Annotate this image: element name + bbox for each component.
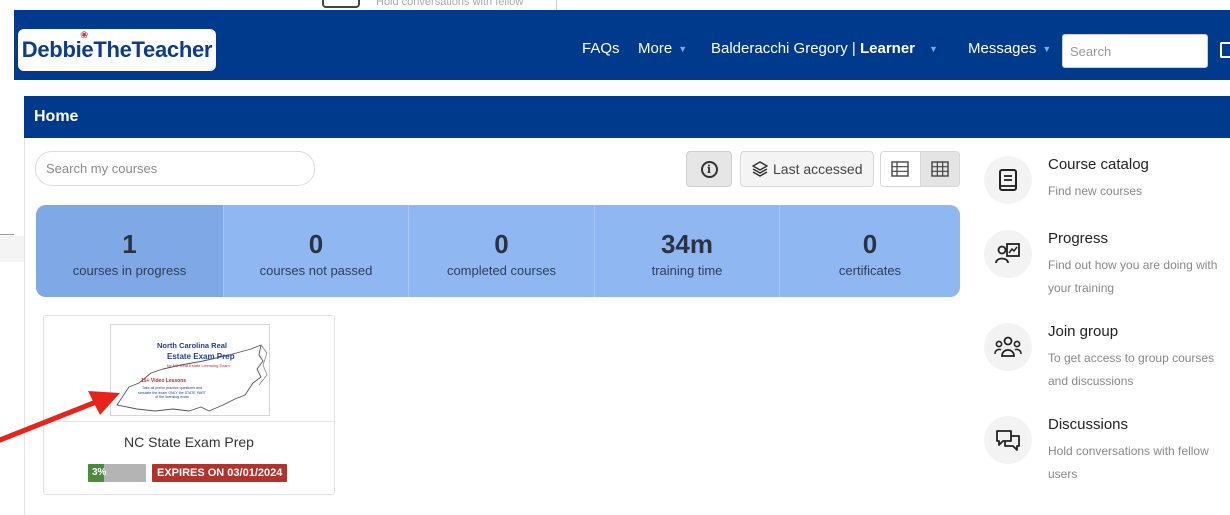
red-arrow-annotation (0, 391, 120, 443)
side-item-progress[interactable]: Progress Find out how you are doing with… (984, 230, 1230, 310)
thumbnail-subtitle: for NC Real Estate Licensing Exam (167, 363, 230, 368)
top-navbar: ❀ DebbieTheTeacher FAQs More ▼ Balderacch… (14, 10, 1230, 80)
search-my-courses-input[interactable] (35, 151, 315, 186)
page-title: Home (34, 108, 79, 125)
chevron-down-icon: ▼ (678, 44, 688, 55)
stat-courses-not-passed[interactable]: 0 courses not passed (224, 205, 409, 297)
info-icon-glyph: i (706, 162, 712, 176)
stat-label: certificates (838, 263, 902, 278)
side-item-discussions[interactable]: Discussions Hold conversations with fell… (984, 416, 1230, 496)
book-icon (984, 156, 1032, 204)
course-thumbnail[interactable]: North Carolina Real Estate Exam Prep for… (110, 324, 270, 416)
left-divider (0, 234, 14, 235)
nav-search-input[interactable] (1062, 34, 1208, 68)
page: Hold conversations with fellow ❀ DebbieT… (0, 0, 1230, 515)
nav-more-menu[interactable]: More ▼ (638, 40, 687, 57)
side-item-description: Find out how you are doing with your tra… (1048, 258, 1218, 295)
thumbnail-description: Take all prelim practice questions and s… (138, 386, 206, 400)
side-item-description: Hold conversations with fellow users (1048, 444, 1209, 481)
background-window-icon (322, 0, 360, 8)
layers-icon (751, 160, 769, 178)
course-progress-label: 3% (92, 467, 107, 478)
side-item-course-catalog[interactable]: Course catalog Find new courses (984, 156, 1230, 216)
stat-value: 1 (122, 229, 137, 259)
stats-summary: 1 courses in progress 0 courses not pass… (36, 205, 960, 297)
info-button[interactable]: i (686, 151, 732, 187)
logo-flower-icon: ❀ (80, 30, 89, 41)
chat-icon (984, 416, 1032, 464)
stat-label: training time (651, 263, 723, 278)
sort-button[interactable]: Last accessed (740, 151, 874, 187)
group-icon (984, 323, 1032, 371)
side-item-title: Progress (1048, 230, 1109, 247)
info-icon: i (700, 160, 718, 178)
stat-value: 0 (494, 229, 509, 259)
background-window-strip: Hold conversations with fellow (0, 0, 1230, 10)
logout-icon[interactable] (1220, 42, 1230, 58)
thumbnail-title-line-2: Estate Exam Prep (167, 352, 235, 361)
thumbnail-title-line-1: North Carolina Real (157, 341, 228, 350)
course-progress-bar: 3% (88, 464, 146, 482)
progress-chart-icon (984, 230, 1032, 278)
nav-user-menu[interactable]: Balderacchi Gregory | Learner ▼ (711, 40, 938, 57)
side-item-description: Find new courses (1048, 184, 1143, 198)
stat-value: 0 (308, 229, 324, 259)
view-toggle (880, 151, 960, 187)
side-item-title: Course catalog (1048, 156, 1149, 173)
stat-completed-courses[interactable]: 0 completed courses (409, 205, 595, 297)
list-view-icon (891, 161, 910, 177)
background-window-text: Hold conversations with fellow (376, 0, 524, 8)
stat-label: completed courses (446, 263, 557, 278)
grid-view-icon (931, 161, 949, 177)
home-header: Home (24, 96, 1230, 138)
stat-value: 34m (660, 229, 714, 259)
stat-value: 0 (862, 229, 878, 259)
nav-user-role: Learner (859, 40, 915, 57)
list-view-button[interactable] (881, 152, 920, 186)
nav-user-name: Balderacchi Gregory | (711, 40, 860, 57)
stat-training-time[interactable]: 34m training time (595, 205, 780, 297)
stat-certificates[interactable]: 0 certificates (780, 205, 960, 297)
side-item-description: To get access to group courses and discu… (1048, 351, 1215, 388)
stat-label: courses in progress (72, 263, 187, 278)
grid-view-button[interactable] (919, 152, 959, 186)
nav-messages-menu[interactable]: Messages ▼ (968, 40, 1051, 57)
side-item-join-group[interactable]: Join group To get access to group course… (984, 323, 1230, 403)
left-edge-panel (0, 236, 24, 262)
side-item-title: Join group (1048, 323, 1119, 340)
site-logo[interactable]: ❀ DebbieTheTeacher (18, 29, 216, 71)
chevron-down-icon: ▼ (1042, 44, 1052, 55)
expiry-badge: EXPIRES ON 03/01/2024 (152, 464, 288, 482)
stat-courses-in-progress[interactable]: 1 courses in progress (36, 205, 224, 297)
side-item-title: Discussions (1048, 416, 1129, 433)
nav-faqs-label: FAQs (582, 40, 620, 57)
logo-text: DebbieTheTeacher (21, 37, 213, 62)
nc-map-icon (116, 344, 268, 412)
nav-messages-label: Messages (968, 40, 1037, 57)
chevron-down-icon: ▼ (929, 44, 938, 55)
background-window-divider (556, 0, 557, 10)
sort-label: Last accessed (773, 161, 863, 177)
stat-label: courses not passed (259, 263, 373, 278)
thumbnail-highlight: 15+ Video Lessons (141, 378, 187, 384)
nav-faqs-link[interactable]: FAQs (582, 40, 620, 57)
nav-more-label: More (638, 40, 673, 57)
